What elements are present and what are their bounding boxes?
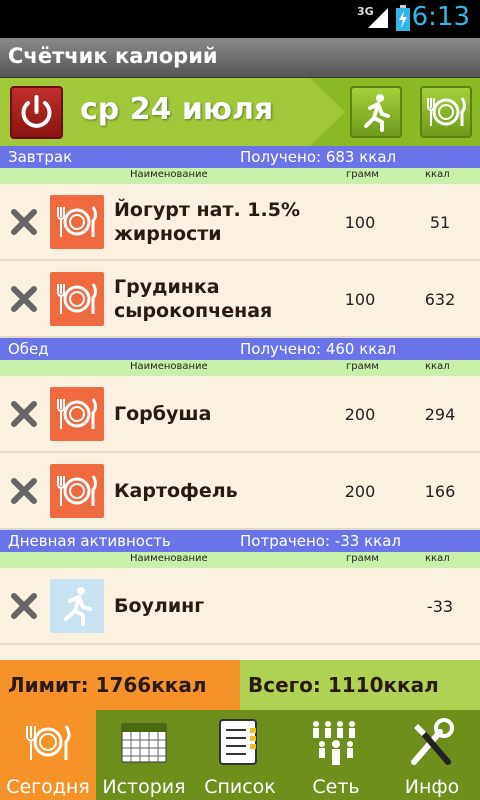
tab-label: Сегодня	[6, 776, 90, 798]
list-icon	[219, 719, 257, 765]
list-item[interactable]: Картофель 200 166	[0, 453, 480, 530]
date-bar: ср 24 июля	[0, 78, 480, 146]
section-summary: Потрачено: -33 ккал	[240, 532, 401, 550]
tab-info[interactable]: Инфо	[384, 710, 480, 800]
meal-list[interactable]: Завтрак Получено: 683 ккал Наименование г…	[0, 146, 480, 660]
plate-icon	[26, 725, 71, 760]
col-name: Наименование	[130, 361, 208, 372]
col-gram: грамм	[346, 169, 379, 180]
plate-icon	[50, 464, 104, 518]
plate-icon	[50, 387, 104, 441]
tab-network[interactable]: Сеть	[288, 710, 384, 800]
col-gram: грамм	[346, 553, 379, 564]
power-button[interactable]	[10, 86, 63, 139]
total-text: Всего: 1110ккал	[248, 673, 439, 697]
item-name: Боулинг	[114, 594, 205, 617]
section-name: Завтрак	[8, 148, 73, 166]
tab-today[interactable]: Сегодня	[0, 710, 96, 800]
tab-history[interactable]: История	[96, 710, 192, 800]
column-header: Наименование грамм ккал	[0, 168, 480, 184]
item-name: Грудинка сырокопченая	[114, 275, 273, 322]
delete-icon[interactable]	[10, 208, 38, 236]
section-name: Дневная активность	[8, 532, 171, 550]
item-gram: 200	[344, 482, 376, 501]
list-item[interactable]: Грудинка сырокопченая 100 632	[0, 261, 480, 338]
plate-icon	[50, 272, 104, 326]
item-gram: 100	[344, 213, 376, 232]
col-gram: грамм	[346, 361, 379, 372]
people-icon	[313, 721, 355, 765]
plate-icon	[427, 97, 466, 126]
list-item[interactable]: Боулинг -33	[0, 568, 480, 645]
status-bar: 3G 6:13	[0, 0, 480, 38]
item-kcal: 294	[424, 405, 456, 424]
tab-list[interactable]: Список	[192, 710, 288, 800]
tab-label: Инфо	[404, 776, 460, 798]
app-title: Счётчик калорий	[8, 44, 218, 68]
power-icon	[21, 95, 52, 128]
delete-icon[interactable]	[10, 477, 38, 505]
limit-text: Лимит: 1766ккал	[8, 673, 207, 697]
totals-bar: Лимит: 1766ккал Всего: 1110ккал	[0, 660, 480, 710]
item-kcal: 166	[424, 482, 456, 501]
item-name: Горбуша	[114, 402, 212, 425]
delete-icon[interactable]	[10, 285, 38, 313]
tab-label: История	[102, 776, 186, 798]
col-kcal: ккал	[425, 169, 450, 180]
add-food-button[interactable]	[420, 86, 472, 138]
plate-icon	[50, 195, 104, 249]
tab-label: Список	[204, 776, 276, 798]
add-activity-button[interactable]	[350, 86, 402, 138]
section-header: Обед Получено: 460 ккал	[0, 338, 480, 360]
bottom-tab-bar: Сегодня История Список Сеть Инфо	[0, 710, 480, 800]
calendar-icon	[121, 723, 167, 763]
section-header: Завтрак Получено: 683 ккал	[0, 146, 480, 168]
section-summary: Получено: 460 ккал	[240, 340, 397, 358]
section-summary: Получено: 683 ккал	[240, 148, 397, 166]
column-header: Наименование грамм ккал	[0, 360, 480, 376]
item-gram	[330, 568, 390, 645]
section-name: Обед	[8, 340, 49, 358]
runner-icon	[364, 94, 390, 132]
runner-icon	[50, 579, 104, 633]
tab-label: Сеть	[312, 776, 360, 798]
col-name: Наименование	[130, 553, 208, 564]
section-header: Дневная активность Потрачено: -33 ккал	[0, 530, 480, 552]
battery-icon	[396, 5, 410, 31]
tools-icon	[411, 718, 454, 765]
limit-panel: Лимит: 1766ккал	[0, 660, 240, 710]
list-item[interactable]: Йогурт нат. 1.5% жирности 100 51	[0, 184, 480, 261]
delete-icon[interactable]	[10, 592, 38, 620]
signal-icon	[368, 8, 388, 28]
item-kcal: 632	[424, 290, 456, 309]
clock: 6:13	[411, 2, 470, 32]
title-bar: Счётчик калорий	[0, 38, 480, 78]
item-name: Картофель	[114, 479, 238, 502]
item-kcal: 51	[429, 213, 451, 232]
current-date[interactable]: ср 24 июля	[80, 92, 273, 127]
item-gram: 100	[344, 290, 376, 309]
item-kcal: -33	[426, 597, 454, 616]
col-kcal: ккал	[425, 361, 450, 372]
col-name: Наименование	[130, 169, 208, 180]
item-name: Йогурт нат. 1.5% жирности	[114, 198, 300, 245]
total-panel: Всего: 1110ккал	[240, 660, 480, 710]
column-header: Наименование грамм ккал	[0, 552, 480, 568]
list-item[interactable]: Горбуша 200 294	[0, 376, 480, 453]
col-kcal: ккал	[425, 553, 450, 564]
item-gram: 200	[344, 405, 376, 424]
delete-icon[interactable]	[10, 400, 38, 428]
